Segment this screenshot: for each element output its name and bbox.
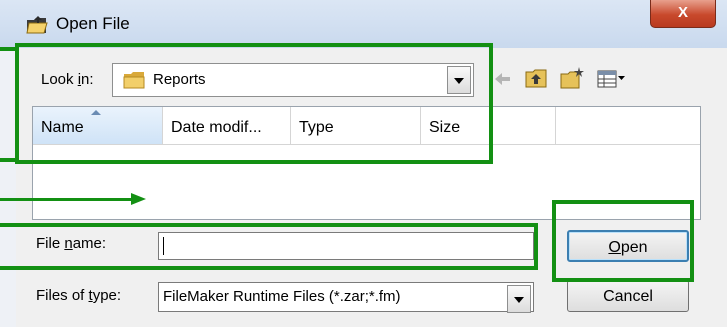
cancel-button[interactable]: Cancel: [567, 280, 689, 312]
connector-top: [0, 47, 18, 51]
column-header-empty: [556, 107, 700, 145]
title-bar[interactable]: Open File X: [0, 0, 727, 49]
pointer-arrowhead-icon: [131, 193, 146, 205]
file-type-dropdown[interactable]: FileMaker Runtime Files (*.zar;*.fm): [158, 282, 534, 313]
highlight-open-button: [552, 200, 694, 282]
screenshot-stage: Open File X Look in: Reports Name Date m…: [0, 0, 727, 327]
window-title: Open File: [56, 14, 130, 33]
open-folder-icon: [26, 16, 48, 34]
highlight-look-in-region: [15, 43, 493, 164]
connector-middle: [0, 158, 18, 162]
close-icon: X: [677, 4, 688, 21]
highlight-file-name: [0, 223, 538, 270]
file-type-label: Files of type:: [36, 287, 122, 304]
view-menu-icon[interactable]: [596, 66, 626, 92]
new-folder-icon[interactable]: [559, 66, 585, 92]
up-folder-icon[interactable]: [524, 66, 550, 92]
close-button[interactable]: X: [650, 0, 716, 28]
file-type-value: FileMaker Runtime Files (*.zar;*.fm): [163, 288, 401, 305]
chevron-down-icon[interactable]: [507, 285, 531, 313]
pointer-arrow-line: [0, 198, 135, 201]
